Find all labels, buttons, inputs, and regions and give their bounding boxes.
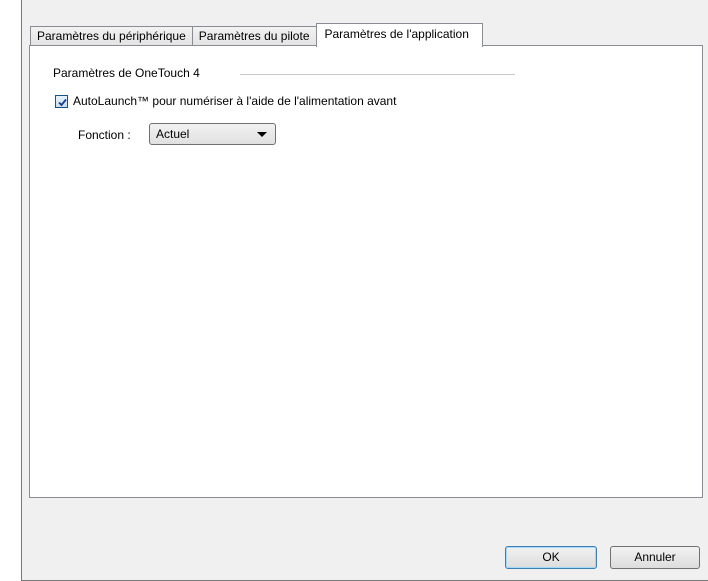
tab-strip: Paramètres du périphérique Paramètres du… (30, 23, 483, 47)
tab-panel: Paramètres de OneTouch 4 AutoLaunch™ pou… (29, 45, 703, 498)
autolaunch-checkbox[interactable] (55, 94, 68, 108)
settings-dialog: Paramètres du périphérique Paramètres du… (21, 0, 708, 581)
cancel-button[interactable]: Annuler (610, 546, 700, 569)
ok-button[interactable]: OK (505, 546, 597, 569)
tab-driver-settings[interactable]: Paramètres du pilote (191, 26, 317, 46)
function-selected-value: Actuel (156, 127, 190, 141)
function-label: Fonction : (78, 128, 131, 142)
function-select[interactable]: Actuel (149, 123, 276, 145)
checkmark-icon (58, 98, 67, 106)
group-divider (240, 74, 515, 75)
tab-application-settings[interactable]: Paramètres de l'application (315, 23, 483, 47)
autolaunch-label: AutoLaunch™ pour numériser à l'aide de l… (73, 94, 397, 108)
tab-device-settings[interactable]: Paramètres du périphérique (30, 26, 193, 46)
chevron-down-icon (257, 131, 267, 137)
autolaunch-option[interactable]: AutoLaunch™ pour numériser à l'aide de l… (55, 94, 396, 108)
group-title: Paramètres de OneTouch 4 (53, 66, 200, 80)
